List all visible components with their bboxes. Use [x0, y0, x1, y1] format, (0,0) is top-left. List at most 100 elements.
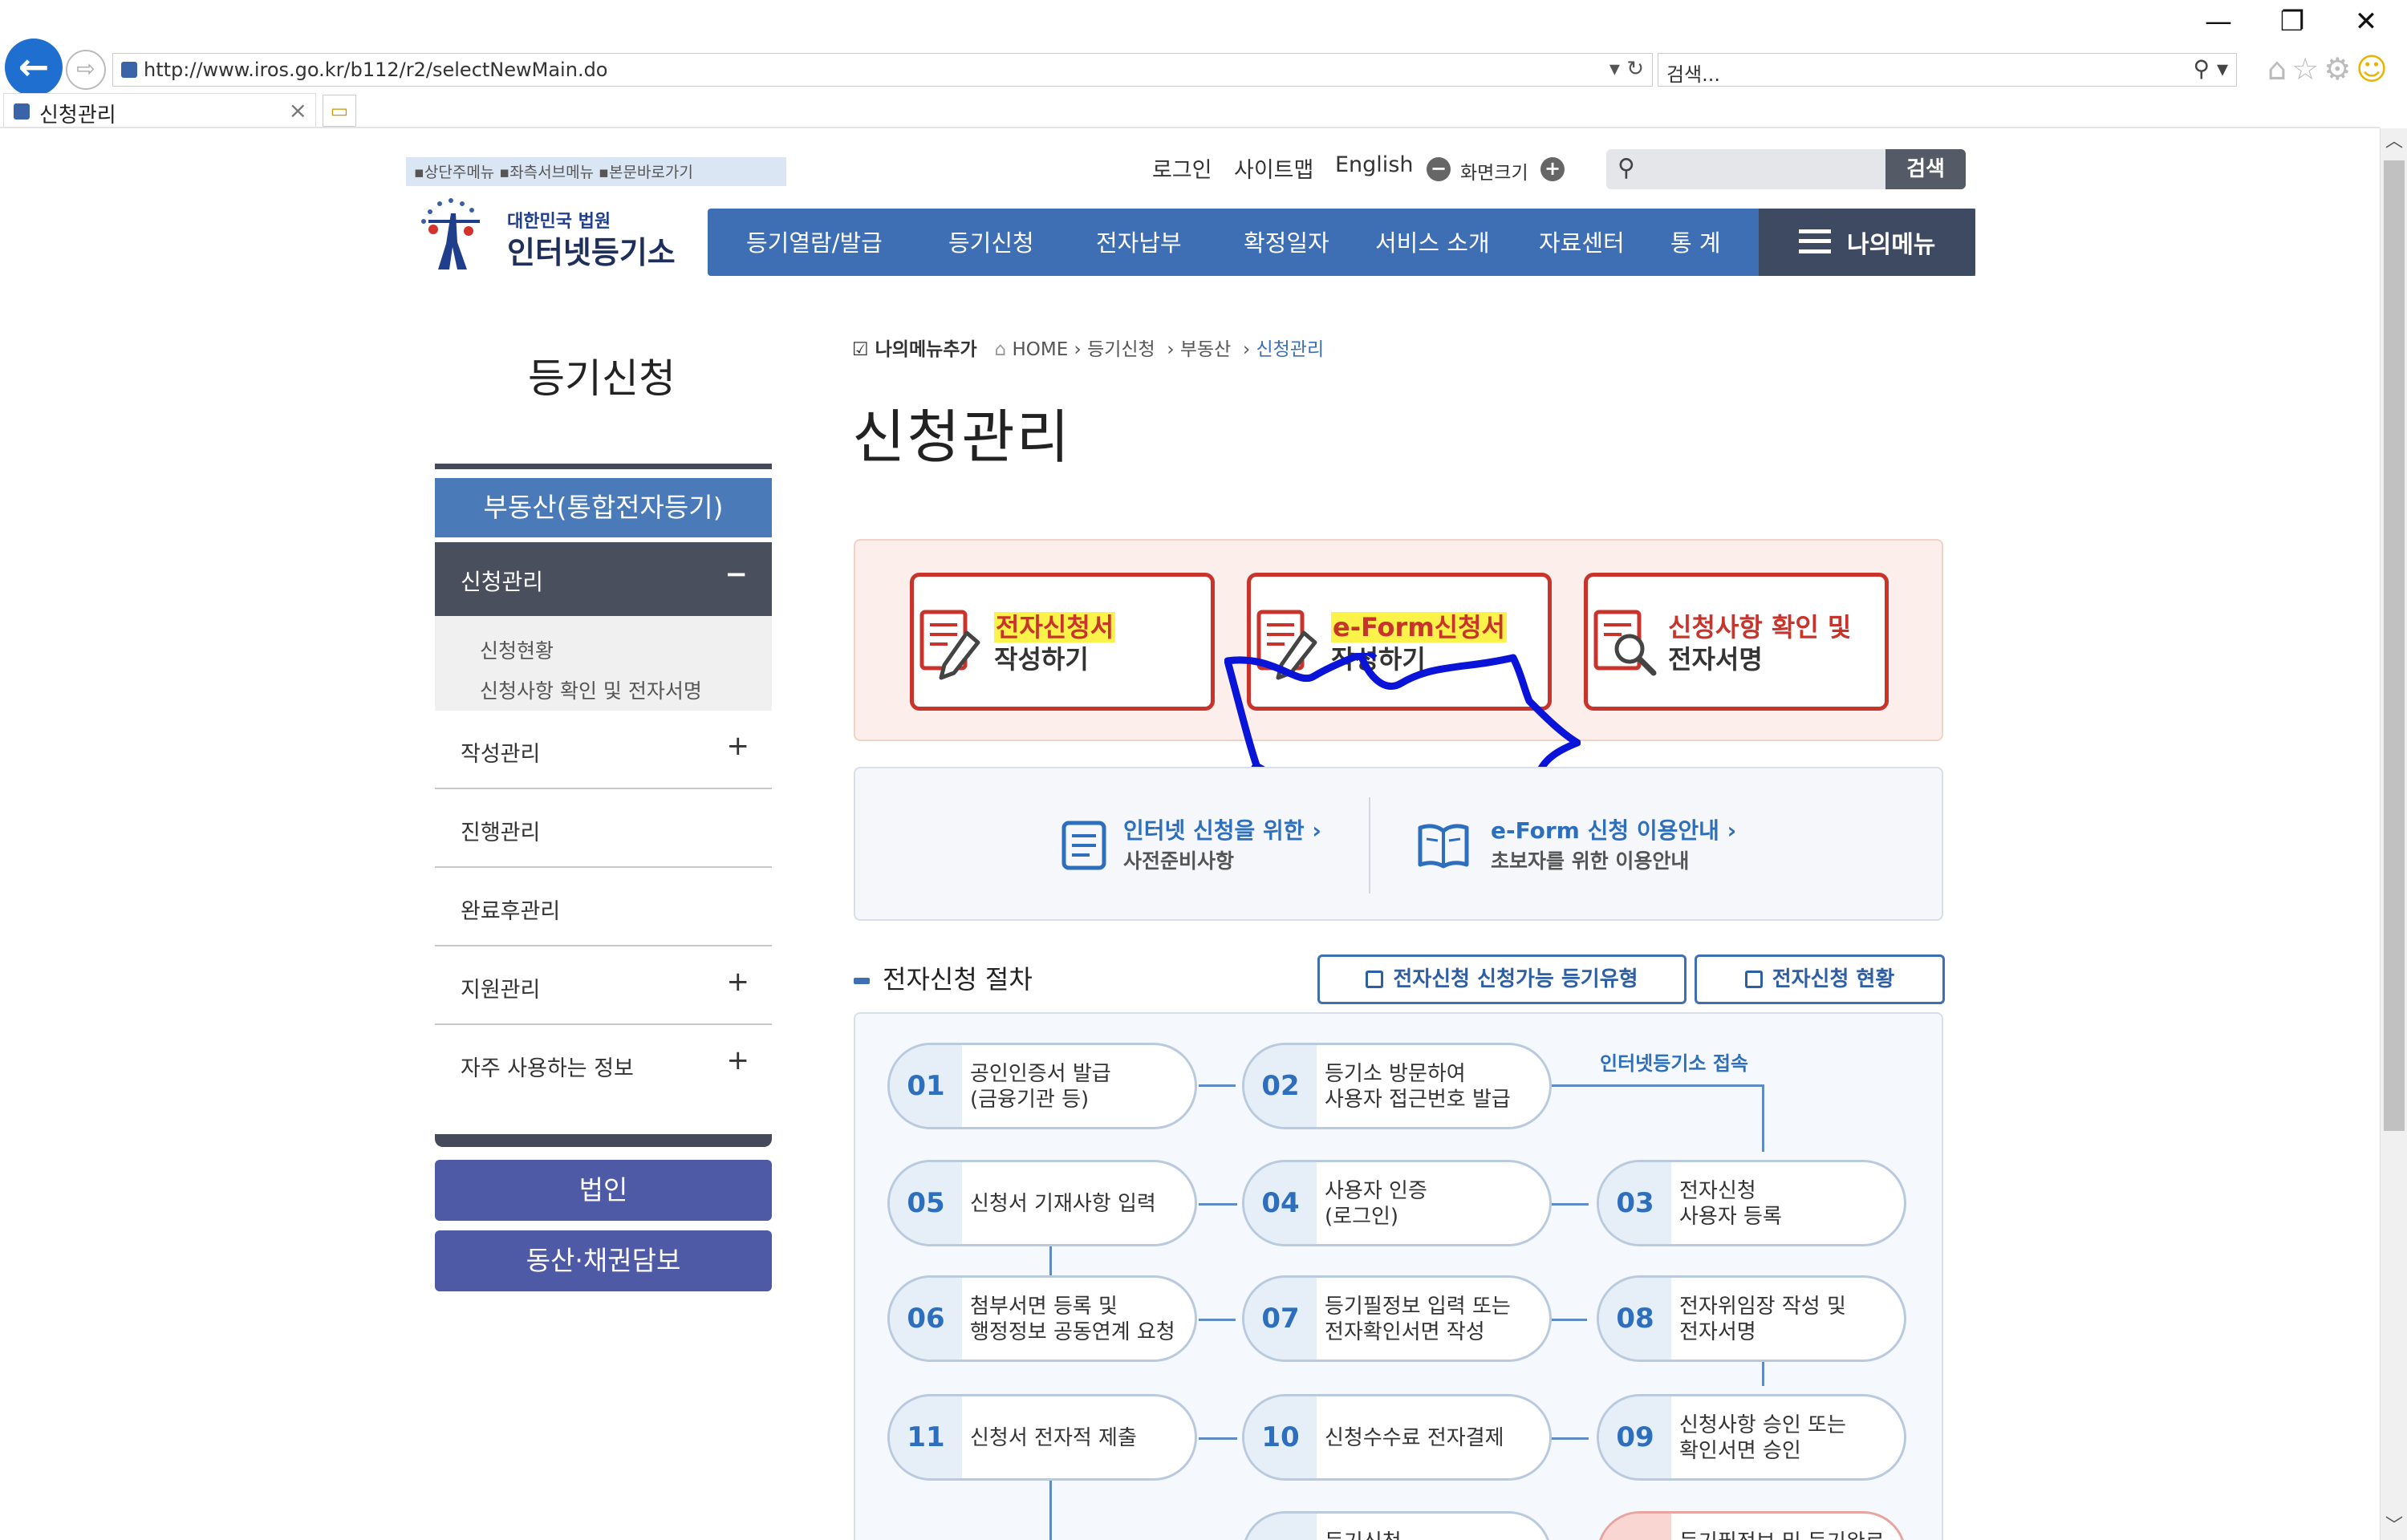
sidebar-item-label: 지원관리: [461, 978, 541, 1003]
gnb-item-view-issue[interactable]: 등기열람/발급: [746, 225, 883, 258]
vertical-scrollbar[interactable]: ︿ ﹀: [2380, 128, 2407, 1540]
site-logo[interactable]: 대한민국 법원 인터넷등기소: [414, 196, 687, 276]
breadcrumb-registration[interactable]: 등기신청: [1087, 339, 1155, 360]
step-number: 02: [1244, 1045, 1317, 1127]
card-subtitle: 작성하기: [1331, 644, 1426, 675]
favorites-star-icon[interactable]: ☆: [2291, 51, 2324, 87]
submenu-confirm-and-sign[interactable]: 신청사항 확인 및 전자서명: [480, 675, 702, 704]
step-number: 08: [1599, 1278, 1671, 1360]
english-link[interactable]: English: [1335, 152, 1414, 177]
sidebar-item-label: 작성관리: [461, 742, 541, 767]
card-e-application-write[interactable]: 전자신청서 작성하기: [910, 573, 1215, 711]
site-favicon-icon: [121, 62, 137, 78]
step-number: 07: [1244, 1278, 1317, 1360]
submenu-application-status[interactable]: 신청현황: [480, 635, 554, 664]
url-text: http://www.iros.go.kr/b112/r2/selectNewM…: [144, 59, 608, 81]
add-my-menu-checkbox-icon[interactable]: ☑ 나의메뉴추가: [852, 339, 977, 360]
sidebar-item-progress[interactable]: 진행관리: [435, 789, 772, 868]
sitemap-link[interactable]: 사이트맵: [1234, 152, 1313, 184]
my-menu-button[interactable]: 나의메뉴: [1759, 209, 1975, 276]
collapse-icon[interactable]: −: [725, 558, 749, 590]
new-tab-button[interactable]: ▭: [323, 95, 356, 127]
tab-favicon-icon: [14, 103, 30, 120]
expand-icon[interactable]: +: [727, 966, 750, 998]
step-label: 사용자 인증 (로그인): [1325, 1179, 1427, 1229]
sidebar-item-after-completion[interactable]: 완료후관리: [435, 868, 772, 946]
site-search-input[interactable]: ⚲ 검색: [1606, 149, 1966, 189]
step-number: 03: [1599, 1162, 1671, 1244]
skip-links[interactable]: ▪상단주메뉴 ▪좌측서브메뉴 ▪본문바로가기: [406, 157, 786, 186]
card-confirm-sign[interactable]: 신청사항 확인 및 전자서명: [1584, 573, 1889, 711]
add-my-menu-link[interactable]: 나의메뉴추가: [875, 339, 977, 360]
gnb-item-registration[interactable]: 등기신청: [948, 225, 1034, 258]
hamburger-icon: [1799, 229, 1831, 253]
forward-button[interactable]: ⇨: [66, 50, 106, 90]
page-title: 신청관리: [852, 403, 1071, 471]
corporation-button[interactable]: 법인: [435, 1160, 772, 1221]
scroll-down-icon[interactable]: ﹀: [2381, 1513, 2407, 1540]
sidebar-item-support[interactable]: 지원관리 +: [435, 946, 772, 1025]
smiley-feedback-icon[interactable]: ☺: [2356, 51, 2393, 87]
back-button[interactable]: ←: [5, 38, 63, 96]
browser-search-input[interactable]: 검색... ⚲ ▾: [1658, 53, 2237, 87]
sidebar-item-label: 진행관리: [461, 821, 541, 845]
sidebar-item-application-management[interactable]: 신청관리 −: [435, 542, 772, 616]
search-icon[interactable]: ⚲ ▾: [2194, 55, 2228, 82]
section-title: 전자신청 절차: [854, 959, 1033, 996]
guide-eform-link[interactable]: e-Form 신청 이용안내 ›: [1491, 813, 1736, 845]
close-window-button[interactable]: ✕: [2338, 3, 2394, 40]
flow-connector: [1199, 1437, 1237, 1440]
minimize-button[interactable]: —: [2190, 3, 2247, 40]
settings-gear-icon[interactable]: ⚙: [2324, 51, 2356, 87]
e-application-status-button[interactable]: 전자신청 현황: [1695, 954, 1945, 1004]
step-label: 공인인증서 발급 (금융기관 등): [970, 1062, 1111, 1112]
window-icon: [1744, 971, 1763, 988]
registrable-types-button[interactable]: 전자신청 신청가능 등기유형: [1317, 954, 1687, 1004]
browser-tab[interactable]: 신청관리 ×: [3, 93, 316, 128]
zoom-in-icon[interactable]: +: [1540, 157, 1565, 181]
step-label: 첨부서면 등록 및 행정정보 공동연계 요청: [970, 1295, 1175, 1344]
expand-icon[interactable]: +: [727, 1044, 750, 1076]
card-eform-write[interactable]: e-Form신청서 작성하기: [1247, 573, 1552, 711]
gnb-item-e-payment[interactable]: 전자납부: [1096, 225, 1182, 258]
tab-close-icon[interactable]: ×: [289, 97, 307, 124]
sidebar-item-frequent-info[interactable]: 자주 사용하는 정보 +: [435, 1025, 772, 1104]
home-icon[interactable]: ⌂: [2267, 51, 2291, 87]
site-search-button[interactable]: 검색: [1885, 149, 1966, 189]
flow-connector: [1550, 1084, 1764, 1087]
sidebar-section-real-estate[interactable]: 부동산(통합전자등기): [435, 478, 772, 537]
card-title-text: 전자신청서: [994, 612, 1116, 642]
guide-prep-link[interactable]: 인터넷 신청을 위한 ›: [1123, 813, 1321, 845]
flow-note: 인터넷등기소 접속: [1600, 1052, 1748, 1075]
section-dash-icon: [854, 978, 870, 984]
flow-connector: [1199, 1203, 1237, 1206]
step-label: 등기소 방문하여 사용자 접근번호 발급: [1325, 1062, 1511, 1112]
card-subtitle: 전자서명: [1668, 644, 1763, 675]
flow-connector: [1049, 1481, 1052, 1540]
address-bar[interactable]: http://www.iros.go.kr/b112/r2/selectNewM…: [112, 53, 1653, 87]
login-link[interactable]: 로그인: [1152, 152, 1212, 184]
expand-icon[interactable]: +: [727, 730, 750, 762]
gnb-item-statistics[interactable]: 통 계: [1670, 225, 1721, 258]
scroll-up-icon[interactable]: ︿: [2381, 128, 2407, 156]
sidebar-submenu: 신청현황 신청사항 확인 및 전자서명: [435, 616, 772, 711]
scroll-thumb[interactable]: [2384, 160, 2405, 1131]
refresh-icon[interactable]: ▾ ↻: [1609, 57, 1644, 81]
movables-bond-button[interactable]: 동산·채권담보: [435, 1230, 772, 1291]
breadcrumb-home[interactable]: HOME: [1012, 339, 1068, 360]
sidebar-item-writing[interactable]: 작성관리 +: [435, 711, 772, 789]
zoom-out-icon[interactable]: −: [1427, 157, 1451, 181]
step-12: 등기신청: [1242, 1511, 1552, 1540]
breadcrumb-real-estate[interactable]: 부동산: [1180, 339, 1231, 360]
flow-connector: [1550, 1437, 1589, 1440]
step-07: 07 등기필정보 입력 또는 전자확인서면 작성: [1242, 1275, 1552, 1362]
flow-connector: [1762, 1084, 1764, 1152]
gnb-item-fixed-date[interactable]: 확정일자: [1244, 225, 1329, 258]
gnb-item-resources[interactable]: 자료센터: [1539, 225, 1625, 258]
restore-button[interactable]: ❐: [2264, 3, 2320, 40]
tab-title: 신청관리: [39, 103, 116, 128]
gnb-item-service[interactable]: 서비스 소개: [1375, 225, 1490, 258]
step-06: 06 첨부서면 등록 및 행정정보 공동연계 요청: [887, 1275, 1197, 1362]
home-icon: ⌂: [994, 339, 1007, 360]
toolbar-icons: ⌂☆⚙☺: [2267, 51, 2393, 87]
